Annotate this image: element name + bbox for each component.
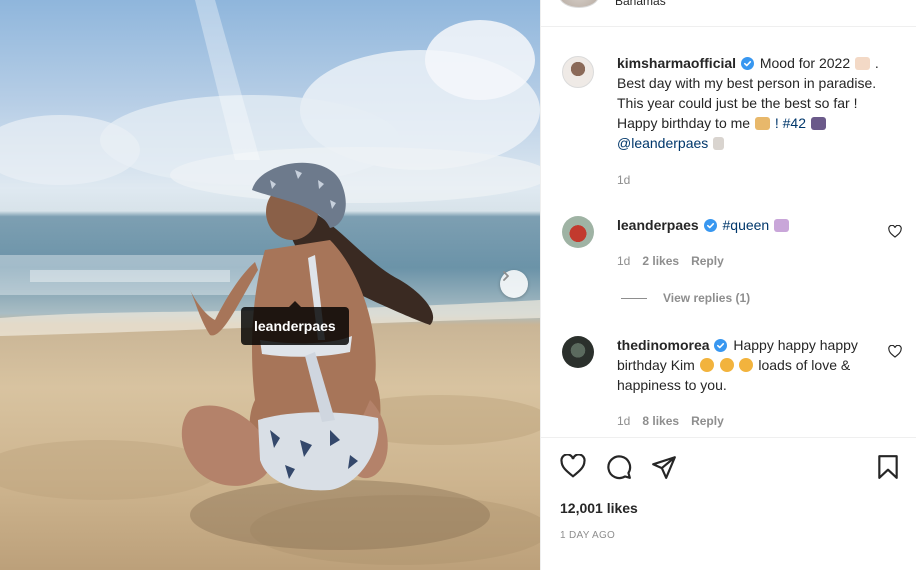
commenter-username[interactable]: leanderpaes (617, 217, 699, 233)
author-avatar[interactable] (562, 56, 594, 88)
paper-plane-icon[interactable] (651, 454, 677, 480)
post-header: Bahamas (541, 0, 916, 27)
user-tag-tooltip[interactable]: leanderpaes (241, 301, 349, 345)
post-likes-count[interactable]: 12,001 likes (560, 500, 638, 516)
hugging-face-emoji-icon (739, 358, 754, 372)
chevron-right-icon (503, 271, 509, 281)
post-actions-bar: 12,001 likes 1 DAY AGO (541, 437, 916, 570)
caption-text-part3[interactable]: ! #42 (775, 115, 806, 131)
comment-reply-button[interactable]: Reply (691, 414, 724, 428)
commenter-avatar[interactable] (562, 216, 594, 248)
replies-divider-line (621, 297, 647, 299)
comment-meta: 1d 8 likes Reply (617, 414, 724, 428)
comment-time[interactable]: 1d (617, 414, 630, 428)
post-location[interactable]: Bahamas (615, 0, 666, 8)
caption-time[interactable]: 1d (617, 173, 630, 187)
view-replies-button[interactable]: View replies (1) (621, 291, 750, 305)
comment-like-heart-icon[interactable] (888, 345, 902, 358)
princess-emoji-icon (774, 219, 790, 232)
post-detail-panel: Bahamas kimsharmaofficial Mood for 2022 … (540, 0, 916, 570)
verified-badge-icon (714, 339, 728, 352)
hugging-face-emoji-icon (719, 358, 734, 372)
bookmark-icon[interactable] (877, 454, 899, 480)
comment-item: leanderpaes #queen (617, 215, 897, 235)
post-photo[interactable]: leanderpaes (0, 0, 540, 570)
comment-time[interactable]: 1d (617, 254, 630, 268)
user-tag-label: leanderpaes (254, 318, 336, 334)
verified-badge-icon (703, 219, 717, 232)
comment-item: thedinomorea Happy happy happy birthday … (617, 335, 897, 395)
comment-hashtag[interactable]: #queen (723, 217, 770, 233)
verified-badge-icon (740, 57, 754, 70)
caption-meta: 1d (617, 173, 630, 187)
birthday-cake-emoji-icon (754, 117, 770, 130)
sparkle-emoji-icon (713, 137, 725, 150)
commenter-avatar[interactable] (562, 336, 594, 368)
post-timestamp[interactable]: 1 DAY AGO (560, 530, 615, 541)
victory-hand-emoji-icon (855, 57, 871, 70)
comment-reply-button[interactable]: Reply (691, 254, 724, 268)
comment-meta: 1d 2 likes Reply (617, 254, 724, 268)
author-avatar-header[interactable] (559, 0, 599, 8)
view-replies-label: View replies (1) (663, 291, 751, 305)
post-caption: kimsharmaofficial Mood for 2022 . Best d… (617, 53, 897, 153)
comment-icon[interactable] (606, 454, 632, 480)
comment-likes-count[interactable]: 2 likes (642, 254, 679, 268)
caption-mention-link[interactable]: @leanderpaes (617, 135, 708, 151)
comment-likes-count[interactable]: 8 likes (642, 414, 679, 428)
carousel-next-button[interactable] (500, 270, 528, 298)
camera-emoji-icon (810, 117, 826, 130)
beach-photo-illustration (0, 0, 540, 565)
caption-text-part1: Mood for 2022 (759, 55, 851, 71)
author-username[interactable]: kimsharmaofficial (617, 55, 736, 71)
hugging-face-emoji-icon (699, 358, 714, 372)
commenter-username[interactable]: thedinomorea (617, 337, 710, 353)
comment-like-heart-icon[interactable] (888, 225, 902, 238)
heart-icon[interactable] (560, 454, 586, 478)
